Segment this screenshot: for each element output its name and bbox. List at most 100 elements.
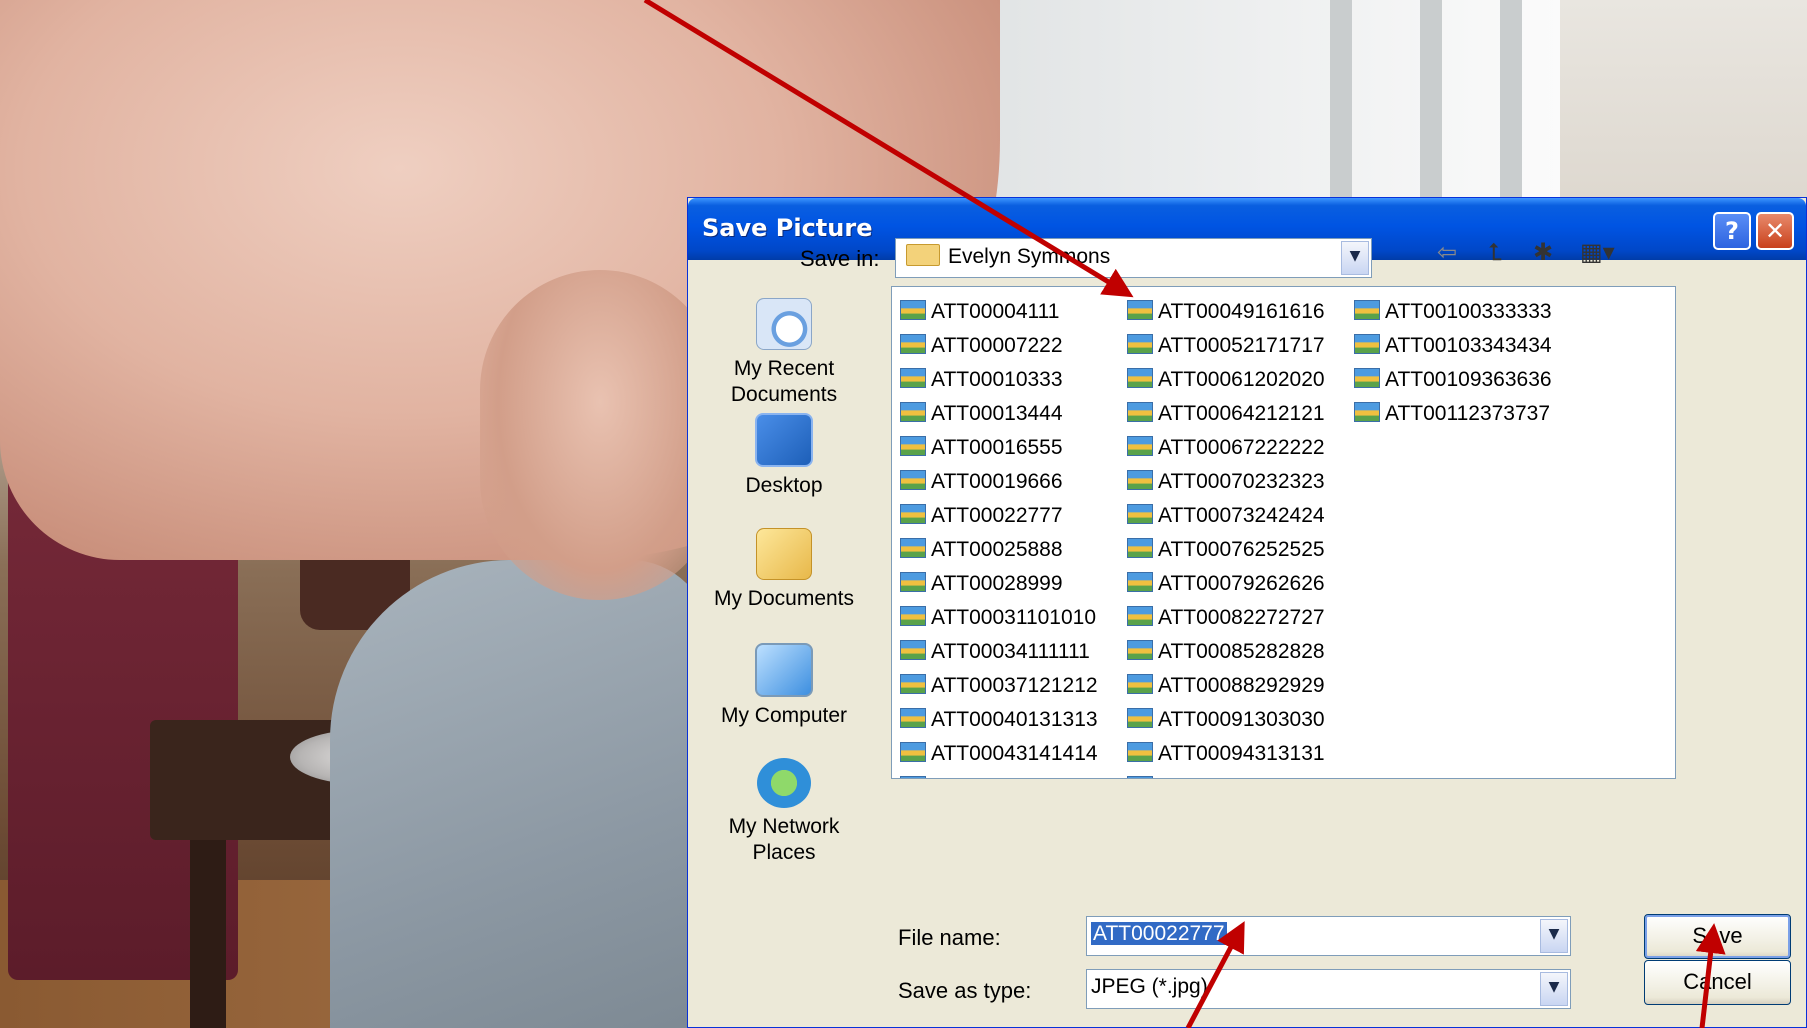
chevron-down-icon[interactable]: ▼ (1540, 972, 1568, 1006)
file-name-label: File name: (898, 925, 1001, 950)
file-item[interactable]: ATT00085282828 (1127, 637, 1325, 671)
place-label: My Recent Documents (730, 357, 838, 406)
file-item[interactable]: ATT00061202020 (1127, 365, 1325, 399)
file-list[interactable]: ATT00004111 ATT00007222 ATT00010333 ATT0001… (891, 286, 1676, 779)
file-item[interactable]: ATT00022777 (900, 501, 1098, 535)
file-name: ATT00022777 (931, 504, 1063, 527)
thumb (480, 270, 720, 600)
file-item[interactable]: ATT00088292929 (1127, 671, 1325, 705)
image-file-icon (900, 334, 926, 354)
desktop-icon (755, 413, 813, 467)
file-name: ATT00025888 (931, 538, 1063, 561)
file-item[interactable]: ATT00076252525 (1127, 535, 1325, 569)
place-label: My Documents (713, 587, 855, 610)
file-item[interactable]: ATT00097323232 (1127, 773, 1325, 778)
file-name: ATT00043141414 (931, 742, 1098, 765)
file-item[interactable]: ATT00112373737 (1354, 399, 1552, 433)
save-in-label: Save in: (800, 246, 880, 271)
file-item[interactable]: ATT00067222222 (1127, 433, 1325, 467)
image-file-icon (1127, 708, 1153, 728)
place-desktop[interactable]: Desktop (695, 413, 873, 499)
file-name: ATT00037121212 (931, 674, 1098, 697)
image-file-icon (1127, 742, 1153, 762)
close-button[interactable]: ✕ (1756, 212, 1794, 250)
image-file-icon (1127, 300, 1153, 320)
image-file-icon (900, 776, 926, 778)
file-name: ATT00091303030 (1158, 708, 1325, 731)
file-item[interactable]: ATT00037121212 (900, 671, 1098, 705)
file-item[interactable]: ATT00025888 (900, 535, 1098, 569)
file-item[interactable]: ATT00040131313 (900, 705, 1098, 739)
chevron-down-icon[interactable]: ▼ (1540, 919, 1568, 953)
place-my-recent-documents[interactable]: My Recent Documents (695, 298, 873, 408)
file-item[interactable]: ATT00028999 (900, 569, 1098, 603)
image-file-icon (1127, 572, 1153, 592)
image-file-icon (900, 402, 926, 422)
file-item[interactable]: ATT00010333 (900, 365, 1098, 399)
place-label: My Computer (720, 704, 848, 727)
image-file-icon (900, 572, 926, 592)
file-item[interactable]: ATT00049161616 (1127, 297, 1325, 331)
image-file-icon (1127, 538, 1153, 558)
file-item[interactable]: ATT00052171717 (1127, 331, 1325, 365)
help-button[interactable]: ? (1713, 212, 1751, 250)
views-menu-icon[interactable]: ▦▾ (1580, 238, 1615, 266)
recent-documents-icon (756, 298, 812, 350)
place-my-computer[interactable]: My Computer (695, 643, 873, 729)
file-name: ATT00097323232 (1158, 776, 1325, 778)
file-item[interactable]: ATT00079262626 (1127, 569, 1325, 603)
file-item[interactable]: ATT00034111111 (900, 637, 1098, 671)
image-file-icon (1127, 436, 1153, 456)
image-file-icon (900, 470, 926, 490)
file-item[interactable]: ATT00019666 (900, 467, 1098, 501)
file-name: ATT00013444 (931, 402, 1063, 425)
place-my-network-places[interactable]: My Network Places (695, 758, 873, 866)
person-sleeve (330, 560, 710, 1028)
file-name: ATT00088292929 (1158, 674, 1325, 697)
file-item[interactable]: ATT00103343434 (1354, 331, 1552, 365)
file-item[interactable]: ATT00064212121 (1127, 399, 1325, 433)
file-item[interactable]: ATT00004111 (900, 297, 1098, 331)
file-name: ATT00076252525 (1158, 538, 1325, 561)
chevron-down-icon[interactable]: ▼ (1341, 241, 1369, 275)
new-folder-icon[interactable]: ✱ (1533, 238, 1553, 266)
image-file-icon (1127, 368, 1153, 388)
cancel-button[interactable]: Cancel (1644, 960, 1791, 1005)
file-item[interactable]: ATT00094313131 (1127, 739, 1325, 773)
file-item[interactable]: ATT00109363636 (1354, 365, 1552, 399)
save-as-type-select[interactable]: JPEG (*.jpg) ▼ (1086, 969, 1571, 1009)
image-file-icon (900, 742, 926, 762)
file-item[interactable]: ATT00073242424 (1127, 501, 1325, 535)
file-item[interactable]: ATT00046151515 (900, 773, 1098, 778)
file-name: ATT00103343434 (1385, 334, 1552, 357)
file-name: ATT00046151515 (931, 776, 1098, 778)
file-item[interactable]: ATT00070232323 (1127, 467, 1325, 501)
file-item[interactable]: ATT00007222 (900, 331, 1098, 365)
save-in-combo[interactable]: Evelyn Symmons ▼ (895, 238, 1372, 278)
file-name: ATT00070232323 (1158, 470, 1325, 493)
file-item[interactable]: ATT00013444 (900, 399, 1098, 433)
image-file-icon (900, 606, 926, 626)
file-item[interactable]: ATT00031101010 (900, 603, 1098, 637)
image-file-icon (900, 708, 926, 728)
network-places-icon (757, 758, 811, 808)
back-arrow-icon[interactable]: ⇦ (1437, 238, 1457, 266)
file-name: ATT00067222222 (1158, 436, 1325, 459)
save-button[interactable]: Save (1644, 914, 1791, 959)
file-item[interactable]: ATT00082272727 (1127, 603, 1325, 637)
image-file-icon (900, 674, 926, 694)
file-item[interactable]: ATT00043141414 (900, 739, 1098, 773)
image-file-icon (1127, 640, 1153, 660)
place-my-documents[interactable]: My Documents (695, 528, 873, 612)
file-column: ATT00100333333 ATT00103343434 ATT001093636… (1354, 297, 1552, 433)
file-name-field[interactable]: ATT00022777 ▼ (1086, 916, 1571, 956)
file-name: ATT00007222 (931, 334, 1063, 357)
up-folder-icon[interactable]: ⮤ (1488, 238, 1502, 266)
place-label: My Network Places (728, 815, 840, 864)
file-item[interactable]: ATT00091303030 (1127, 705, 1325, 739)
file-item[interactable]: ATT00100333333 (1354, 297, 1552, 331)
file-name: ATT00031101010 (931, 606, 1097, 629)
places-bar: My Recent Documents Desktop My Documents… (695, 288, 873, 1028)
file-name-value: ATT00022777 (1091, 922, 1227, 945)
file-item[interactable]: ATT00016555 (900, 433, 1098, 467)
